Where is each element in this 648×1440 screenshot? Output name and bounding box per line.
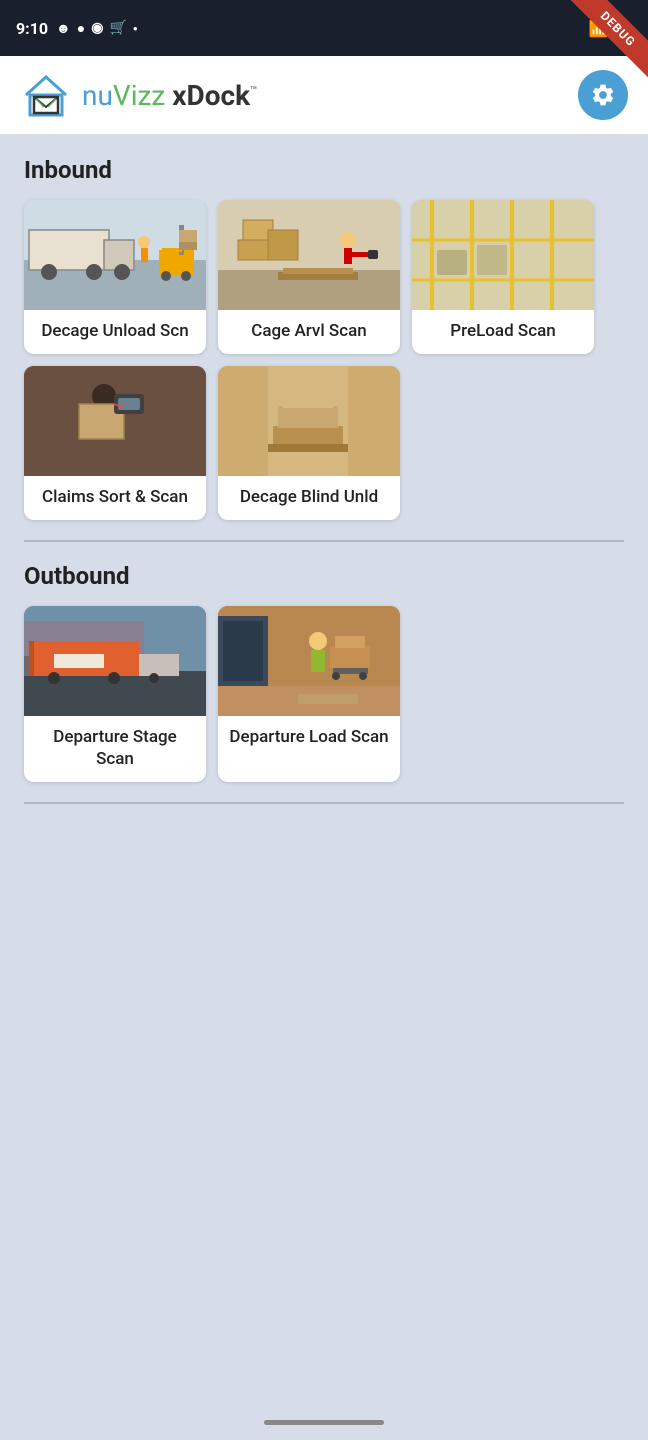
status-bar: 9:10 ☻ ● ◉ 🛒 ● 📶 🔋 DEBUG [0, 0, 648, 56]
tile-label-decage-unload: Decage Unload Scn [24, 310, 206, 354]
tile-image-departure-stage [24, 606, 206, 716]
outbound-section: Outbound [24, 562, 624, 782]
logo-container: nuVizz xDock™ [20, 69, 258, 121]
logo-text: nuVizz xDock™ [82, 79, 258, 112]
tile-departure-stage[interactable]: Departure Stage Scan [24, 606, 206, 782]
tile-decage-blind[interactable]: Decage Blind Unld [218, 366, 400, 520]
tile-label-cage-arvl: Cage Arvl Scan [218, 310, 400, 354]
tile-label-claims-sort: Claims Sort & Scan [24, 476, 206, 520]
logo-tm: ™ [250, 83, 258, 97]
inbound-section: Inbound [24, 156, 624, 520]
tile-label-decage-blind: Decage Blind Unld [218, 476, 400, 520]
tile-decage-unload[interactable]: Decage Unload Scn [24, 200, 206, 354]
main-content: Inbound [0, 136, 648, 844]
gear-icon [590, 82, 616, 108]
bottom-bar [0, 1404, 648, 1440]
inbound-tile-grid: Decage Unload Scn [24, 200, 624, 520]
tile-image-claims-sort [24, 366, 206, 476]
tile-departure-load[interactable]: Departure Load Scan [218, 606, 400, 782]
logo-nu: nu [82, 79, 113, 112]
status-icons: ☻ ● ◉ 🛒 ● [56, 20, 138, 37]
outbound-title: Outbound [24, 562, 624, 590]
home-indicator [264, 1420, 384, 1425]
logo-xdock: xDock [172, 79, 250, 112]
app-header: nuVizz xDock™ [0, 56, 648, 136]
tile-label-departure-load: Departure Load Scan [218, 716, 400, 760]
debug-label: DEBUG [568, 0, 648, 80]
tile-image-decage-unload [24, 200, 206, 310]
tile-image-preload [412, 200, 594, 310]
cart-icon: 🛒 [109, 20, 126, 36]
status-bar-left: 9:10 ☻ ● ◉ 🛒 ● [16, 19, 138, 38]
circle-icon: ● [77, 20, 85, 37]
dot-icon: ● [133, 24, 138, 33]
tile-cage-arvl[interactable]: Cage Arvl Scan [218, 200, 400, 354]
inbound-outbound-divider [24, 540, 624, 542]
tile-claims-sort[interactable]: Claims Sort & Scan [24, 366, 206, 520]
face-icon: ☻ [56, 20, 71, 37]
time-display: 9:10 [16, 19, 48, 38]
logo-vizz: Vizz [113, 79, 165, 112]
tile-image-cage-arvl [218, 200, 400, 310]
tile-label-preload: PreLoad Scan [412, 310, 594, 354]
outbound-bottom-divider [24, 802, 624, 804]
logo-icon [20, 69, 72, 121]
outbound-tile-grid: Departure Stage Scan [24, 606, 624, 782]
tile-image-decage-blind [218, 366, 400, 476]
tile-image-departure-load [218, 606, 400, 716]
location-icon: ◉ [91, 20, 103, 36]
tile-preload[interactable]: PreLoad Scan [412, 200, 594, 354]
debug-ribbon: DEBUG [568, 0, 648, 80]
tile-label-departure-stage: Departure Stage Scan [24, 716, 206, 782]
inbound-title: Inbound [24, 156, 624, 184]
